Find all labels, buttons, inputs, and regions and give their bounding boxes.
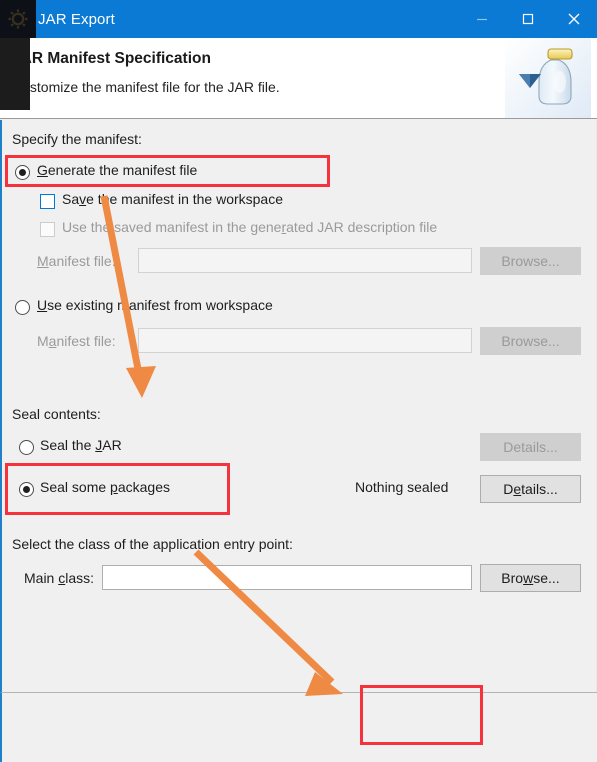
use-saved-manifest-checkbox bbox=[40, 222, 55, 237]
close-button[interactable] bbox=[551, 0, 597, 38]
overlay-corner-dark bbox=[0, 0, 36, 38]
generate-manifest-radio[interactable] bbox=[15, 165, 30, 180]
manifest-group-label: Specify the manifest: bbox=[12, 131, 142, 147]
seal-the-jar-label[interactable]: Seal the JAR bbox=[40, 437, 122, 453]
seal-some-packages-radio[interactable] bbox=[19, 482, 34, 497]
gear-icon bbox=[7, 8, 29, 30]
use-saved-manifest-label: Use the saved manifest in the generated … bbox=[62, 219, 438, 235]
window-title: JAR Export bbox=[38, 10, 115, 28]
page-subtitle: Customize the manifest file for the JAR … bbox=[12, 79, 280, 95]
seal-the-jar-radio[interactable] bbox=[19, 440, 34, 455]
main-class-input[interactable] bbox=[102, 565, 472, 590]
save-manifest-label[interactable]: Save the manifest in the workspace bbox=[62, 191, 283, 207]
browse-button-2: Browse... bbox=[480, 327, 581, 355]
window-controls bbox=[459, 0, 597, 38]
generate-manifest-text: enerate the manifest file bbox=[47, 162, 198, 178]
jar-export-icon bbox=[505, 38, 591, 118]
manifest-file-input-1 bbox=[138, 248, 472, 273]
generate-manifest-label[interactable]: Generate the manifest file bbox=[37, 162, 197, 178]
manifest-file-input-2 bbox=[138, 328, 472, 353]
entry-point-group-label: Select the class of the application entr… bbox=[12, 536, 293, 552]
title-bar: JAR Export bbox=[0, 0, 597, 38]
save-manifest-checkbox[interactable] bbox=[40, 194, 55, 209]
sealed-status: Nothing sealed bbox=[355, 479, 449, 495]
dialog-footer: ? < Back Next > Finish Cancel bbox=[0, 692, 597, 762]
browse-button-1: Browse... bbox=[480, 247, 581, 275]
dialog-header: JAR Manifest Specification Customize the… bbox=[0, 38, 597, 119]
main-class-label: Main class: bbox=[24, 570, 95, 586]
dialog-body: Specify the manifest: Generate the manif… bbox=[0, 120, 597, 692]
use-existing-manifest-label[interactable]: Use existing manifest from workspace bbox=[37, 297, 273, 313]
manifest-file-label-1: Manifest file: bbox=[37, 253, 116, 269]
overlay-corner-dark-lower bbox=[0, 38, 30, 110]
seal-some-packages-label[interactable]: Seal some packages bbox=[40, 479, 170, 495]
page-title: JAR Manifest Specification bbox=[12, 50, 211, 67]
jar-export-dialog: JAR Export JAR Manifest Specification Cu… bbox=[0, 0, 597, 762]
seal-details-button-2[interactable]: De tails... bbox=[480, 475, 581, 503]
manifest-file-label-2: Manifest file: bbox=[37, 333, 116, 349]
seal-details-button-1: Details... bbox=[480, 433, 581, 461]
use-existing-manifest-radio[interactable] bbox=[15, 300, 30, 315]
seal-group-label: Seal contents: bbox=[12, 406, 101, 422]
main-class-browse-button[interactable]: Bro w se... bbox=[480, 564, 581, 592]
maximize-button[interactable] bbox=[505, 0, 551, 38]
minimize-button[interactable] bbox=[459, 0, 505, 38]
